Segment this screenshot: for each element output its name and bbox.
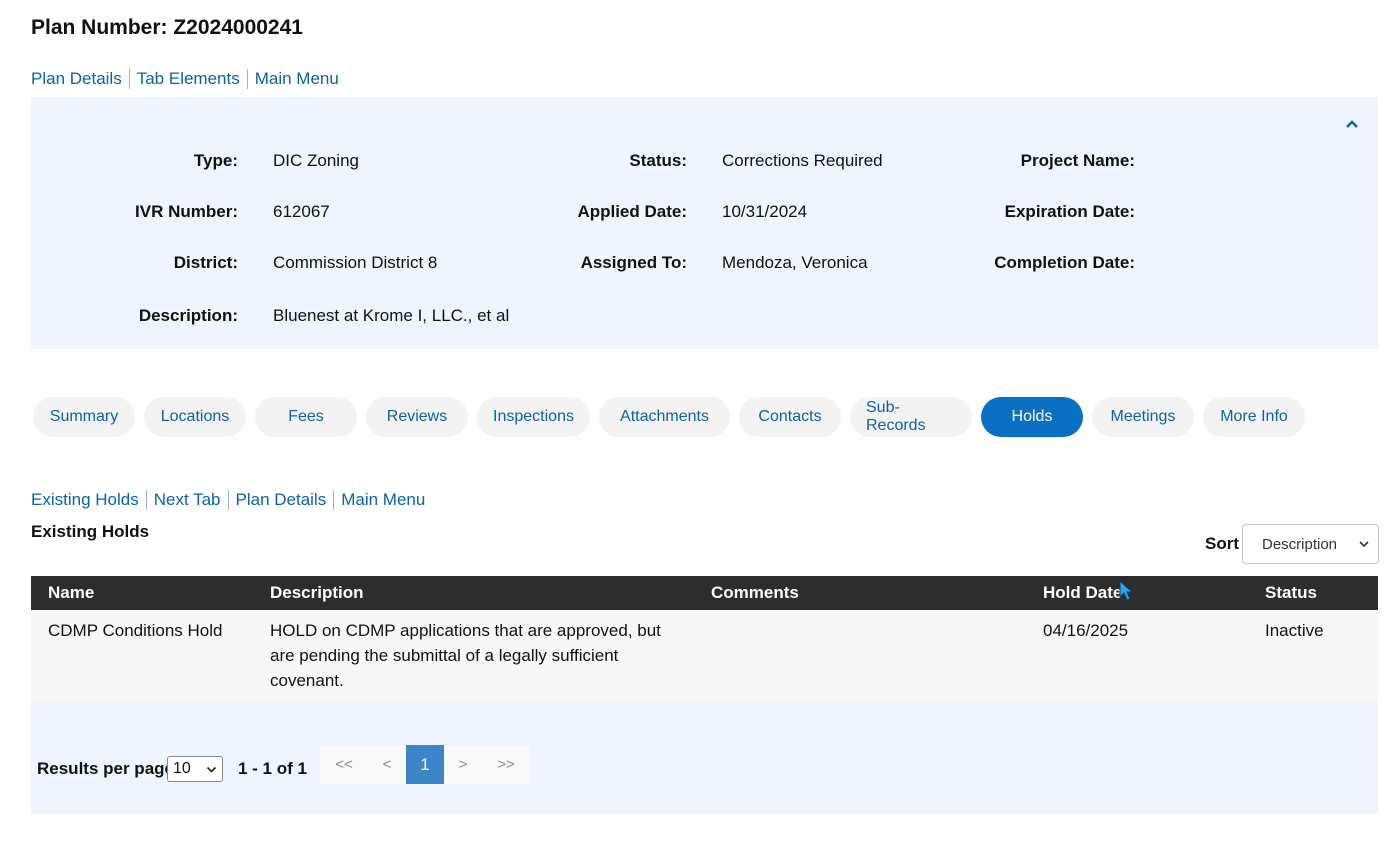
- hold-description-line-2: are pending the submittal of a legally s…: [270, 646, 619, 665]
- completion-date-label: Completion Date:: [994, 253, 1135, 272]
- first-page-button[interactable]: <<: [320, 745, 368, 784]
- column-header-status[interactable]: Status: [1265, 583, 1317, 603]
- project-name-label: Project Name:: [1020, 151, 1135, 170]
- holds-table: Name Description Comments Hold Date Stat…: [31, 576, 1378, 702]
- type-value: DIC Zoning: [273, 151, 359, 170]
- tab-elements-link[interactable]: Tab Elements: [128, 69, 247, 89]
- type-label: Type:: [193, 151, 238, 170]
- column-header-name[interactable]: Name: [48, 583, 94, 603]
- expiration-date-label: Expiration Date:: [1004, 202, 1135, 221]
- table-header: Name Description Comments Hold Date Stat…: [31, 576, 1378, 610]
- column-header-comments[interactable]: Comments: [711, 583, 799, 603]
- hold-date: 04/16/2025: [1043, 621, 1129, 640]
- status-label: Status:: [629, 151, 687, 170]
- tab-fees[interactable]: Fees: [255, 397, 357, 437]
- tab-contacts[interactable]: Contacts: [739, 397, 841, 437]
- table-row: CDMP Conditions Hold HOLD on CDMP applic…: [31, 610, 1378, 702]
- next-page-button[interactable]: >: [444, 745, 482, 784]
- pagination-bar: Results per page 10 1 - 1 of 1 << < 1 > …: [31, 702, 1378, 814]
- column-header-description[interactable]: Description: [270, 583, 364, 603]
- main-menu-link[interactable]: Main Menu: [333, 490, 432, 510]
- ivr-number-value: 612067: [273, 202, 330, 221]
- chevron-down-icon: [206, 766, 217, 773]
- results-per-page-select[interactable]: 10: [167, 756, 223, 782]
- sort-label: Sort: [1205, 534, 1239, 553]
- mouse-cursor-icon: [1119, 580, 1134, 601]
- results-per-page-label: Results per page: [37, 759, 174, 778]
- description-value: Bluenest at Krome I, LLC., et al: [273, 306, 510, 325]
- applied-date-value: 10/31/2024: [722, 202, 808, 221]
- section-title: Existing Holds: [31, 522, 150, 541]
- tab-sub-records[interactable]: Sub-Records: [850, 397, 972, 437]
- previous-page-button[interactable]: <: [368, 745, 406, 784]
- results-range: 1 - 1 of 1: [238, 759, 307, 778]
- tab-summary[interactable]: Summary: [33, 397, 135, 437]
- tab-holds[interactable]: Holds: [981, 397, 1083, 437]
- hold-description-line-1: HOLD on CDMP applications that are appro…: [270, 621, 661, 640]
- plan-details-link[interactable]: Plan Details: [227, 490, 334, 510]
- results-per-page-value: 10: [173, 760, 191, 777]
- status-value: Corrections Required: [722, 151, 883, 170]
- pager: << < 1 > >>: [320, 745, 530, 784]
- description-label: Description:: [138, 306, 238, 325]
- tab-attachments[interactable]: Attachments: [599, 397, 730, 437]
- column-header-hold-date[interactable]: Hold Date: [1043, 583, 1122, 603]
- hold-name: CDMP Conditions Hold: [48, 621, 223, 640]
- assigned-to-label: Assigned To:: [580, 253, 687, 272]
- plan-details-link[interactable]: Plan Details: [31, 69, 129, 89]
- page-1-button[interactable]: 1: [406, 745, 444, 784]
- tab-locations[interactable]: Locations: [144, 397, 246, 437]
- tab-more-info[interactable]: More Info: [1203, 397, 1305, 437]
- chevron-up-icon[interactable]: [1344, 117, 1360, 131]
- existing-holds-link[interactable]: Existing Holds: [31, 490, 146, 510]
- page-title: Plan Number: Z2024000241: [31, 16, 303, 39]
- hold-status: Inactive: [1265, 621, 1324, 640]
- record-tabs: Summary Locations Fees Reviews Inspectio…: [33, 397, 1305, 437]
- main-menu-link[interactable]: Main Menu: [246, 69, 346, 89]
- last-page-button[interactable]: >>: [482, 745, 530, 784]
- assigned-to-value: Mendoza, Veronica: [722, 253, 868, 272]
- applied-date-label: Applied Date:: [577, 202, 687, 221]
- district-value: Commission District 8: [273, 253, 438, 272]
- hold-description-line-3: covenant.: [270, 671, 344, 690]
- next-tab-link[interactable]: Next Tab: [145, 490, 228, 510]
- sort-select[interactable]: Description: [1242, 524, 1379, 564]
- tab-inspections[interactable]: Inspections: [477, 397, 590, 437]
- chevron-down-icon: [1359, 541, 1369, 548]
- plan-details-panel: Type: DIC Zoning Status: Corrections Req…: [31, 97, 1378, 349]
- sort-select-value: Description: [1262, 535, 1338, 553]
- tab-reviews[interactable]: Reviews: [366, 397, 468, 437]
- top-link-bar: Plan Details Tab Elements Main Menu: [31, 69, 346, 89]
- holds-link-bar: Existing Holds Next Tab Plan Details Mai…: [31, 490, 432, 510]
- district-label: District:: [173, 253, 238, 272]
- tab-meetings[interactable]: Meetings: [1092, 397, 1194, 437]
- ivr-number-label: IVR Number:: [135, 202, 238, 221]
